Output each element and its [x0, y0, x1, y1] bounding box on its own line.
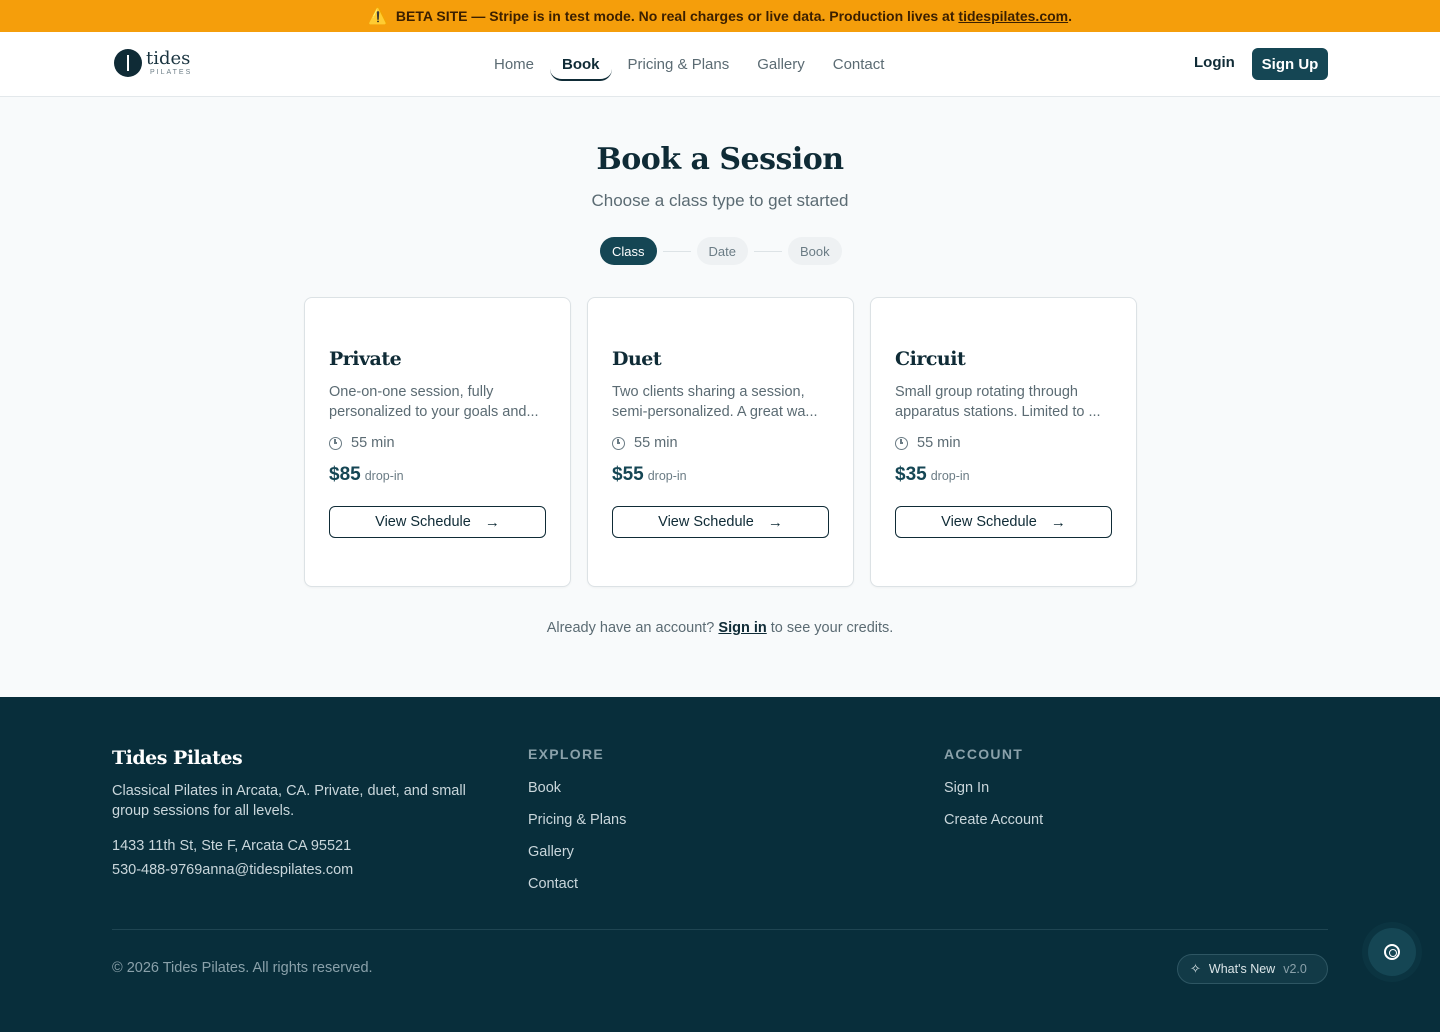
arrow-right-icon: → [484, 513, 500, 531]
footer-divider [112, 929, 1328, 930]
footer-link-pricing[interactable]: Pricing & Plans [528, 812, 626, 830]
duration-text: 55 min [634, 435, 678, 451]
production-link[interactable]: tidespilates.com [958, 8, 1068, 24]
footer-link-gallery[interactable]: Gallery [528, 844, 626, 862]
class-description: One-on-one session, fully personalized t… [329, 384, 539, 420]
price-amount: $85 [329, 464, 361, 485]
clock-icon [612, 436, 625, 450]
beta-banner: ⚠️ BETA SITE — Stripe is in test mode. N… [0, 0, 1440, 32]
class-card-circuit: Circuit Small group rotating through app… [870, 297, 1137, 587]
arrow-right-icon: → [1050, 513, 1066, 531]
price-amount: $55 [612, 464, 644, 485]
logo-wordmark: tides [146, 48, 191, 69]
step-book: Book [787, 237, 842, 265]
view-schedule-button[interactable]: View Schedule → [895, 506, 1112, 538]
class-name: Circuit [895, 348, 966, 370]
booking-steps: Class Date Book [600, 237, 842, 265]
version-label: v2.0 [1283, 962, 1307, 976]
class-description: Two clients sharing a session, semi-pers… [612, 384, 818, 420]
account-note: Already have an account? Sign in to see … [0, 620, 1440, 636]
class-cards: Private One-on-one session, fully person… [304, 297, 1137, 587]
clock-icon [895, 436, 908, 450]
price-unit: drop-in [647, 469, 687, 483]
footer-address: 1433 11th St, Ste F, Arcata CA 95521 [112, 838, 352, 854]
logo-mark-icon [114, 49, 142, 77]
class-duration: 55 min [329, 435, 395, 451]
beta-banner-suffix: . [1068, 8, 1072, 24]
class-price: $85 drop-in [329, 464, 404, 486]
class-card-duet: Duet Two clients sharing a session, semi… [587, 297, 854, 587]
step-class: Class [600, 237, 657, 265]
class-price: $55 drop-in [612, 464, 687, 486]
login-link[interactable]: Login [1194, 54, 1235, 71]
footer-account-heading: ACCOUNT [944, 746, 1024, 762]
site-footer: Tides Pilates Classical Pilates in Arcat… [0, 697, 1440, 1032]
footer-brand: Tides Pilates [112, 747, 243, 769]
beta-banner-text: BETA SITE — Stripe is in test mode. No r… [395, 8, 955, 24]
class-duration: 55 min [895, 435, 961, 451]
logo-subtitle: PILATES [150, 69, 193, 76]
button-label: View Schedule [375, 514, 471, 530]
whats-new-label: What's New [1208, 962, 1276, 976]
help-button[interactable] [1368, 928, 1416, 976]
footer-link-sign-in[interactable]: Sign In [944, 780, 1043, 798]
footer-contact: 530-488-9769anna@tidespilates.com [112, 862, 354, 878]
arrow-right-icon: → [767, 513, 783, 531]
clock-icon [329, 436, 342, 450]
duration-text: 55 min [351, 435, 395, 451]
nav-book[interactable]: Book [550, 32, 612, 96]
footer-copyright: © 2026 Tides Pilates. All rights reserve… [112, 960, 373, 976]
account-note-suffix: to see your credits. [770, 620, 894, 636]
page-subtitle: Choose a class type to get started [591, 191, 849, 210]
footer-link-create-account[interactable]: Create Account [944, 812, 1043, 830]
sparkle-icon: ✧ [1190, 961, 1201, 976]
lifebuoy-icon [1384, 944, 1400, 960]
class-duration: 55 min [612, 435, 678, 451]
footer-explore-heading: EXPLORE [528, 746, 605, 762]
warning-icon: ⚠️ [368, 8, 388, 25]
footer-description: Classical Pilates in Arcata, CA. Private… [112, 783, 466, 819]
nav-pricing[interactable]: Pricing & Plans [616, 32, 742, 96]
step-divider [753, 250, 782, 252]
nav-contact[interactable]: Contact [821, 32, 897, 96]
footer-link-book[interactable]: Book [528, 780, 626, 798]
page-title: Book a Session [596, 142, 844, 177]
top-navbar: tides PILATES Home Book Pricing & Plans … [0, 32, 1440, 97]
account-note-prefix: Already have an account? [546, 620, 715, 636]
signup-button[interactable]: Sign Up [1252, 48, 1328, 80]
class-name: Private [329, 348, 402, 370]
view-schedule-button[interactable]: View Schedule → [329, 506, 546, 538]
footer-account: ACCOUNT Sign In Create Account [944, 746, 1043, 844]
step-date: Date [696, 237, 748, 265]
step-divider [662, 250, 691, 252]
price-amount: $35 [895, 464, 927, 485]
nav-gallery[interactable]: Gallery [745, 32, 817, 96]
nav-home[interactable]: Home [482, 32, 546, 96]
button-label: View Schedule [941, 514, 1037, 530]
logo[interactable]: tides PILATES [114, 49, 192, 77]
class-card-private: Private One-on-one session, fully person… [304, 297, 571, 587]
duration-text: 55 min [917, 435, 961, 451]
main-nav: Home Book Pricing & Plans Gallery Contac… [482, 32, 900, 96]
view-schedule-button[interactable]: View Schedule → [612, 506, 829, 538]
class-price: $35 drop-in [895, 464, 970, 486]
price-unit: drop-in [930, 469, 970, 483]
footer-link-contact[interactable]: Contact [528, 876, 626, 894]
footer-explore: EXPLORE Book Pricing & Plans Gallery Con… [528, 746, 626, 908]
class-description: Small group rotating through apparatus s… [895, 384, 1101, 420]
price-unit: drop-in [364, 469, 404, 483]
button-label: View Schedule [658, 514, 754, 530]
sign-in-link[interactable]: Sign in [718, 620, 766, 636]
whats-new-button[interactable]: ✧ What's New v2.0 [1177, 954, 1328, 984]
class-name: Duet [612, 348, 662, 370]
